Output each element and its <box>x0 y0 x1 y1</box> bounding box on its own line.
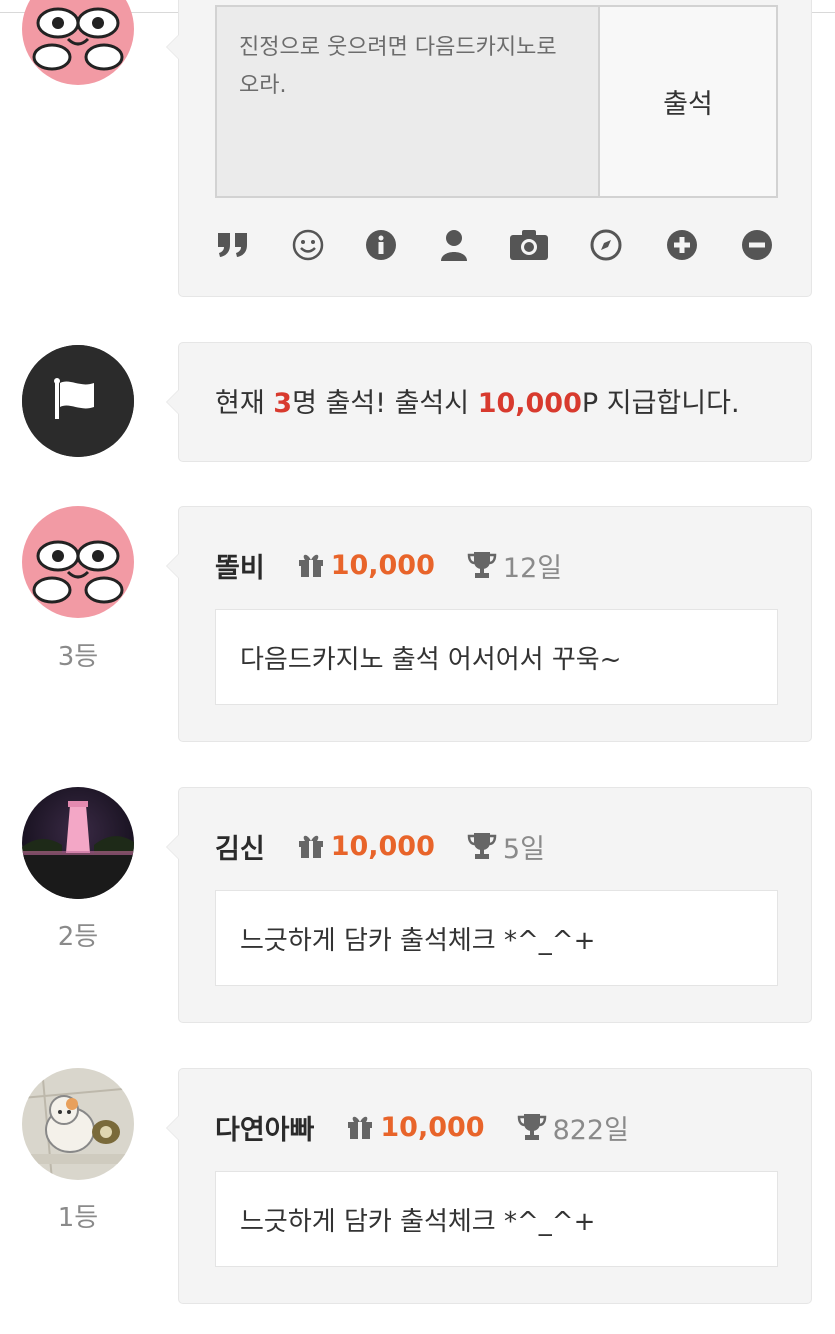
gift-icon <box>298 835 323 858</box>
camera-icon[interactable] <box>509 227 549 263</box>
commenter-name[interactable]: 김신 <box>215 827 265 866</box>
trophy-icon <box>467 833 497 859</box>
trophy-icon <box>517 1114 546 1140</box>
rank-label: 3등 <box>57 642 99 672</box>
attendance-days: 822일 <box>552 1114 629 1146</box>
trophy-icon <box>467 552 497 578</box>
comment-text: 느긋하게 담카 출석체크 *^_^+ <box>240 926 596 956</box>
checkin-composer: 진정으로 웃으려면 다음드카지노로 오라. 출석 <box>166 0 812 297</box>
comment-card: 똘비 10,000 12일 다음드카지노 출석 어서어서 꾸욱~ <box>166 506 812 742</box>
points-value: 10,000 <box>330 549 435 581</box>
notice-avatar <box>22 345 134 457</box>
comment-card: 김신 10,000 5일 느긋하게 담카 출석체크 *^_^+ <box>166 787 812 1023</box>
comment-text: 느긋하게 담카 출석체크 *^_^+ <box>240 1207 596 1237</box>
attendance-days: 5일 <box>502 833 545 865</box>
composer-toolbar <box>215 227 778 263</box>
points-value: 10,000 <box>330 830 435 862</box>
gift-icon <box>298 554 323 577</box>
points-value: 10,000 <box>380 1111 485 1143</box>
user-avatar[interactable] <box>22 0 134 85</box>
plus-circle-icon[interactable] <box>664 227 700 263</box>
comment-body: 다음드카지노 출석 어서어서 꾸욱~ <box>215 609 778 705</box>
attendee-count: 3 <box>273 388 293 419</box>
info-icon[interactable] <box>363 227 399 263</box>
comment-body: 느긋하게 담카 출석체크 *^_^+ <box>215 890 778 986</box>
commenter-name[interactable]: 다연아빠 <box>215 1108 314 1147</box>
comment-text: 다음드카지노 출석 어서어서 꾸욱~ <box>240 645 622 675</box>
gift-icon <box>348 1116 373 1139</box>
attendance-days: 12일 <box>502 552 563 584</box>
commenter-avatar[interactable] <box>22 787 134 899</box>
comment-card: 다연아빠 10,000 822일 느긋하게 담카 출석체크 *^_^+ <box>166 1068 812 1304</box>
comment-body: 느긋하게 담카 출석체크 *^_^+ <box>215 1171 778 1267</box>
comment-input-text[interactable]: 진정으로 웃으려면 다음드카지노로 오라. <box>239 29 579 105</box>
smiley-icon[interactable] <box>290 227 326 263</box>
quote-icon[interactable] <box>215 227 251 263</box>
commenter-avatar[interactable] <box>22 1068 134 1180</box>
rank-label: 1등 <box>57 1203 99 1233</box>
rank-label: 2등 <box>57 922 99 952</box>
notice-text: 현재 3명 출석! 출석시 10,000P 지급합니다. <box>215 388 740 419</box>
reward-points: 10,000 <box>477 388 582 419</box>
notice-card: 현재 3명 출석! 출석시 10,000P 지급합니다. <box>166 342 812 462</box>
compass-icon[interactable] <box>588 227 624 263</box>
comment-input[interactable]: 진정으로 웃으려면 다음드카지노로 오라. 출석 <box>215 5 778 198</box>
user-icon[interactable] <box>436 227 472 263</box>
minus-circle-icon[interactable] <box>739 227 775 263</box>
checkin-button[interactable]: 출석 <box>598 7 776 196</box>
commenter-avatar[interactable] <box>22 506 134 618</box>
flag-icon <box>22 345 134 457</box>
commenter-name[interactable]: 똘비 <box>215 546 265 585</box>
